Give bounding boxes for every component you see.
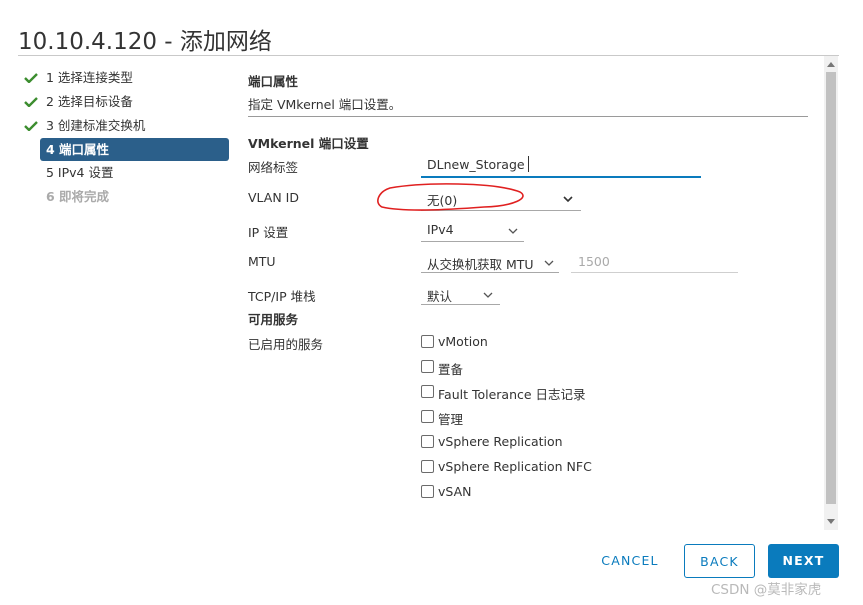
service-checkbox-fault-tolerance[interactable] — [421, 385, 434, 398]
dialog-title: 10.10.4.120 - 添加网络 — [18, 29, 272, 55]
step-label: 4 端口属性 — [46, 142, 110, 157]
step-1[interactable]: 1 选择连接类型 — [24, 66, 234, 90]
scrollbar-thumb[interactable] — [826, 72, 836, 504]
network-label-underline — [421, 176, 701, 178]
ip-setting-label: IP 设置 — [248, 225, 289, 240]
vmkernel-heading: VMkernel 端口设置 — [248, 136, 369, 151]
service-checkbox-management[interactable] — [421, 410, 434, 423]
service-checkbox-vsan[interactable] — [421, 485, 434, 498]
step-2[interactable]: 2 选择目标设备 — [24, 90, 234, 114]
section-divider — [248, 116, 808, 117]
section-subtitle: 指定 VMkernel 端口设置。 — [248, 97, 402, 112]
service-label[interactable]: vSAN — [438, 484, 471, 499]
network-label-label: 网络标签 — [248, 160, 299, 175]
enabled-services-label: 已启用的服务 — [248, 337, 324, 352]
red-annotation-circle — [377, 183, 524, 211]
mtu-number-underline — [571, 272, 738, 273]
mtu-select-underline — [421, 272, 559, 273]
tcpip-stack-underline — [421, 304, 500, 305]
section-title: 端口属性 — [248, 74, 299, 89]
service-checkbox-vsphere-replication[interactable] — [421, 435, 434, 448]
service-label[interactable]: Fault Tolerance 日志记录 — [438, 384, 586, 403]
service-label[interactable]: 管理 — [438, 409, 463, 428]
service-label[interactable]: 置备 — [438, 359, 463, 378]
step-label: 3 创建标准交换机 — [46, 118, 146, 133]
service-checkbox-vsphere-replication-nfc[interactable] — [421, 460, 434, 473]
scroll-down-arrow-icon[interactable] — [827, 519, 835, 525]
services-heading: 可用服务 — [248, 312, 299, 327]
scroll-up-arrow-icon[interactable] — [827, 61, 835, 67]
mtu-select[interactable]: 从交换机获取 MTU — [427, 254, 534, 273]
ip-setting-underline — [421, 241, 524, 242]
wizard-steps: 1 选择连接类型 2 选择目标设备 3 创建标准交换机 4 端口属性 5 IPv… — [24, 66, 234, 209]
step-label: 6 即将完成 — [46, 189, 110, 204]
step-label: 5 IPv4 设置 — [46, 165, 114, 180]
step-4-active[interactable]: 4 端口属性 — [40, 138, 229, 161]
title-divider — [18, 55, 839, 56]
check-icon — [24, 73, 38, 83]
chevron-down-icon[interactable] — [563, 196, 573, 203]
ip-setting-select[interactable]: IPv4 — [427, 222, 454, 237]
step-label: 2 选择目标设备 — [46, 94, 133, 109]
text-cursor — [528, 156, 529, 172]
chevron-down-icon[interactable] — [508, 228, 518, 235]
vlan-label: VLAN ID — [248, 190, 299, 205]
cancel-button[interactable]: CANCEL — [595, 544, 665, 578]
tcpip-stack-select[interactable]: 默认 — [427, 286, 452, 305]
service-checkbox-vmotion[interactable] — [421, 335, 434, 348]
mtu-number-input[interactable]: 1500 — [578, 254, 610, 269]
step-3[interactable]: 3 创建标准交换机 — [24, 114, 234, 138]
check-icon — [24, 97, 38, 107]
step-label: 1 选择连接类型 — [46, 70, 133, 85]
chevron-down-icon[interactable] — [483, 292, 493, 299]
service-checkbox-provisioning[interactable] — [421, 360, 434, 373]
service-label[interactable]: vSphere Replication — [438, 434, 563, 449]
mtu-label: MTU — [248, 254, 276, 269]
step-6: 6 即将完成 — [24, 185, 234, 209]
service-label[interactable]: vMotion — [438, 334, 488, 349]
network-label-input[interactable]: DLnew_Storage — [427, 157, 525, 172]
tcpip-stack-label: TCP/IP 堆栈 — [248, 289, 316, 304]
service-label[interactable]: vSphere Replication NFC — [438, 459, 592, 474]
next-button[interactable]: NEXT — [768, 544, 839, 578]
step-5[interactable]: 5 IPv4 设置 — [24, 161, 234, 185]
back-button[interactable]: BACK — [684, 544, 755, 578]
chevron-down-icon[interactable] — [544, 260, 554, 267]
check-icon — [24, 121, 38, 131]
watermark: CSDN @莫非家虎 — [711, 582, 822, 598]
